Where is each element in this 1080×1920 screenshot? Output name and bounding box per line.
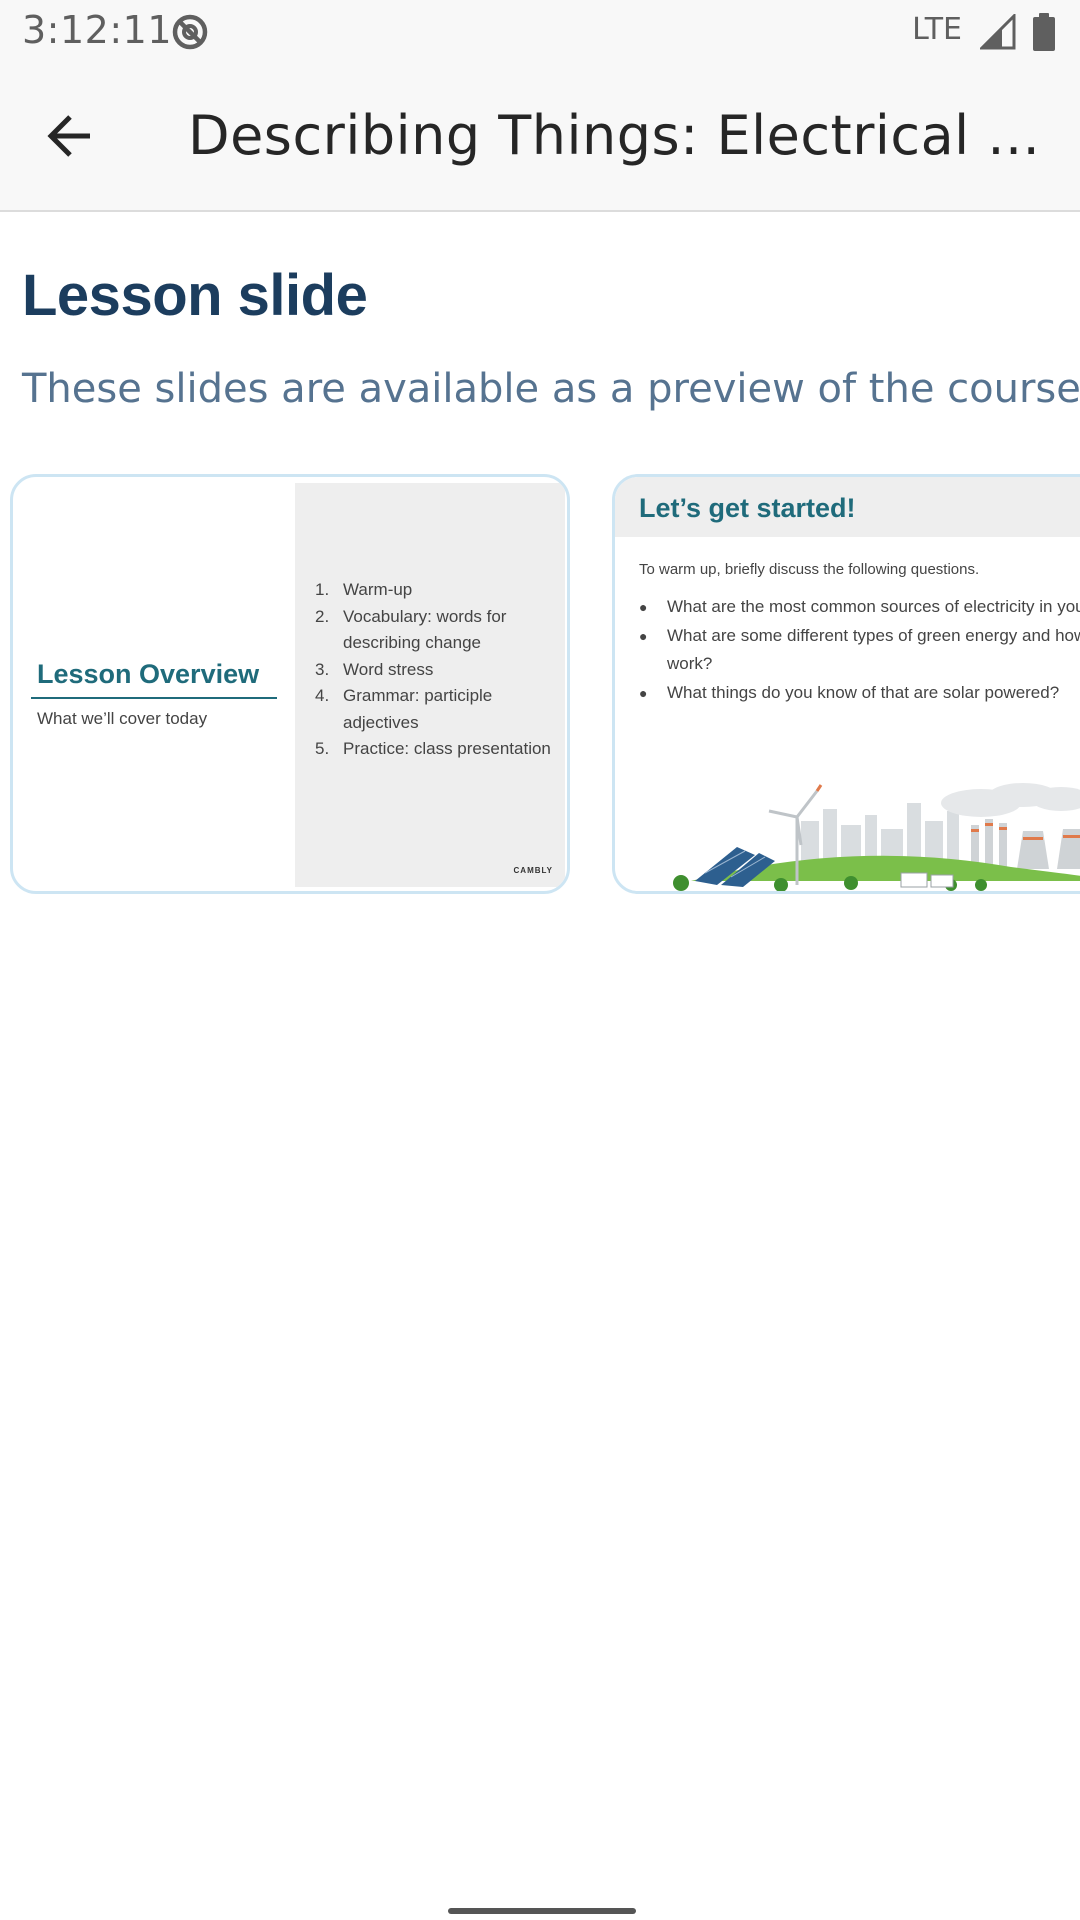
- signal-icon: [978, 12, 1016, 50]
- list-item: ● What are some different types of green …: [639, 625, 1080, 674]
- list-item: ● What are the most common sources of ele…: [639, 597, 1080, 616]
- arrow-back-icon: [47, 113, 93, 163]
- slide-intro: To warm up, briefly discuss the followin…: [639, 561, 980, 578]
- status-bar: 3:12:11 LTE: [0, 0, 1080, 64]
- list-item: 5. Practice: class presentation: [315, 739, 551, 758]
- status-time: 3:12:11: [22, 8, 172, 52]
- slide-card-lesson-overview[interactable]: Lesson Overview What we’ll cover today 1…: [10, 474, 570, 894]
- slide-subtitle: What we’ll cover today: [37, 709, 208, 728]
- list-item: 3. Word stress: [315, 659, 434, 679]
- slide-card-lets-get-started[interactable]: Let’s get started! To warm up, briefly d…: [612, 474, 1080, 894]
- list-item: 4. Grammar: participle adjectives: [315, 686, 493, 732]
- title-underline: [31, 697, 277, 699]
- list-item: 1. Warm-up: [315, 580, 413, 599]
- question-list: ● What are the most common sources of ele…: [639, 593, 1080, 707]
- slide-title: Lesson Overview: [37, 659, 260, 689]
- overview-list: 1. Warm-up 2. Vocabulary: words for descri…: [315, 577, 559, 763]
- battery-icon: [1032, 12, 1056, 52]
- page-subtitle: These slides are available as a preview …: [22, 366, 1080, 412]
- energy-illustration: [651, 781, 1080, 891]
- page-title: Lesson slide: [22, 263, 368, 328]
- network-type: LTE: [912, 12, 962, 47]
- slides-carousel[interactable]: Lesson Overview What we’ll cover today 1…: [0, 474, 1080, 898]
- overview-panel: 1. Warm-up 2. Vocabulary: words for descri…: [295, 483, 565, 887]
- list-item: 2. Vocabulary: words for describing chang…: [315, 606, 507, 653]
- do-not-disturb-icon: [170, 12, 210, 52]
- home-indicator[interactable]: [448, 1908, 636, 1914]
- app-title: Describing Things: Electrical ...: [188, 104, 1041, 167]
- list-item: ● What things do you know of that are sol…: [639, 682, 1060, 702]
- back-button[interactable]: [30, 98, 110, 178]
- app-bar: Describing Things: Electrical ...: [0, 64, 1080, 212]
- brand-logo: CAMBLY: [513, 866, 553, 875]
- slide-title: Let’s get started!: [639, 493, 856, 523]
